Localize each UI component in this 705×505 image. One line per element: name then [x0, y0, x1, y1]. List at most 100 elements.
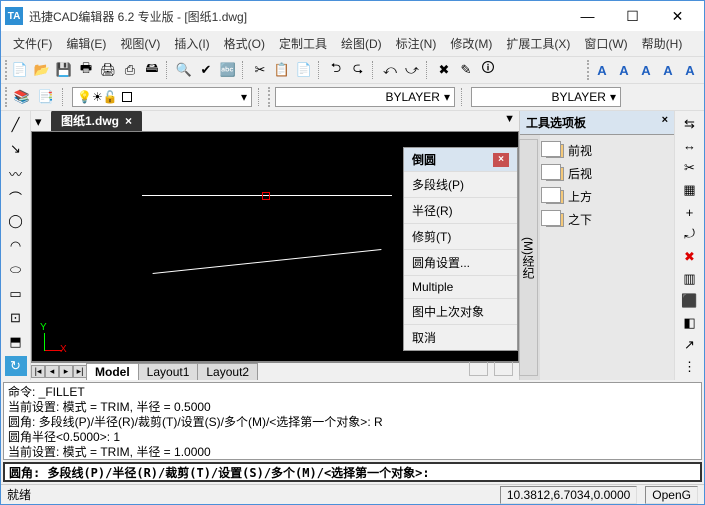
toolbar-grip[interactable]: [5, 60, 8, 80]
menu-help[interactable]: 帮助(H): [636, 33, 689, 54]
menu-draw[interactable]: 绘图(D): [335, 33, 388, 54]
file-tab[interactable]: 图纸1.dwg×: [51, 111, 142, 131]
layer-dropdown[interactable]: 💡 ☀ 🔓 ▾: [72, 87, 252, 107]
maximize-button[interactable]: ☐: [610, 2, 655, 30]
menu-modify[interactable]: 修改(M): [444, 33, 498, 54]
ctx-radius[interactable]: 半径(R): [404, 197, 517, 223]
layer-manager-icon[interactable]: 📚: [12, 87, 32, 107]
toolbar-grip-2[interactable]: [587, 60, 590, 80]
rect-tool-icon[interactable]: ▭: [5, 284, 27, 304]
menu-view[interactable]: 视图(V): [114, 33, 166, 54]
arc-tool-icon[interactable]: ⌒: [5, 187, 27, 207]
info-icon[interactable]: 🛈: [478, 60, 498, 80]
ellipse-tool-icon[interactable]: ⬭: [5, 260, 27, 280]
half-icon[interactable]: ◧: [680, 315, 700, 332]
menu-format[interactable]: 格式(O): [218, 33, 271, 54]
palette-item-bottom[interactable]: 之下: [544, 208, 670, 231]
layout-tab-model[interactable]: Model: [86, 363, 139, 381]
menu-extend-tools[interactable]: 扩展工具(X): [500, 33, 576, 54]
find-icon[interactable]: 🔍: [174, 60, 194, 80]
refresh-tool-icon[interactable]: ↻: [5, 356, 27, 376]
drawing-canvas[interactable]: Y X 倒圆 × 多段线(P) 半径(R) 修剪(T) 圆角设置... Mult…: [31, 131, 519, 362]
add-icon[interactable]: +: [680, 204, 700, 221]
text-style-a3-icon[interactable]: A: [636, 60, 656, 80]
explode-icon[interactable]: ↗: [680, 337, 700, 354]
palette-item-back[interactable]: 后视: [544, 162, 670, 185]
layout-nav-last[interactable]: ▸|: [73, 365, 87, 378]
edit-icon[interactable]: ✎: [456, 60, 476, 80]
menu-edit[interactable]: 编辑(E): [60, 33, 112, 54]
save-icon[interactable]: 💾: [54, 60, 74, 80]
tab-list-icon[interactable]: ▾: [35, 114, 42, 130]
minimize-button[interactable]: —: [565, 2, 610, 30]
array-icon[interactable]: ▦: [680, 182, 700, 199]
toolbar-grip-3[interactable]: [5, 87, 8, 107]
close-tab-icon[interactable]: ×: [125, 114, 132, 128]
redo-icon[interactable]: ⮎: [348, 60, 368, 80]
layout-nav-next[interactable]: ▸: [59, 365, 73, 378]
menu-dimension[interactable]: 标注(N): [390, 33, 443, 54]
text-icon[interactable]: 🔤: [218, 60, 238, 80]
solid-icon[interactable]: ⬛: [680, 292, 700, 309]
xline-tool-icon[interactable]: ↘: [5, 139, 27, 159]
device-icon[interactable]: 🖴: [142, 60, 162, 80]
linetype-dropdown[interactable]: BYLAYER ▾: [275, 87, 455, 107]
palette-close-icon[interactable]: ×: [662, 114, 668, 131]
paste-icon[interactable]: 📄: [294, 60, 314, 80]
ctx-multiple[interactable]: Multiple: [404, 275, 517, 298]
group-icon[interactable]: ▥: [680, 270, 700, 287]
layout-tab-layout1[interactable]: Layout1: [138, 363, 199, 381]
print-icon[interactable]: 🖶: [76, 60, 96, 80]
spell-icon[interactable]: ✔: [196, 60, 216, 80]
layout-nav-first[interactable]: |◂: [31, 365, 45, 378]
move-icon[interactable]: ⇆: [680, 115, 700, 132]
menu-window[interactable]: 窗口(W): [578, 33, 633, 54]
plot-icon[interactable]: ⎙: [120, 60, 140, 80]
copy-icon[interactable]: 📋: [272, 60, 292, 80]
hatch-tool-icon[interactable]: ⬒: [5, 332, 27, 352]
text-style-a1-icon[interactable]: A: [592, 60, 612, 80]
stretch-icon[interactable]: ↔: [680, 137, 700, 154]
text-style-a4-icon[interactable]: A: [658, 60, 678, 80]
back-icon[interactable]: ⤺: [380, 60, 400, 80]
tool-palette-header[interactable]: 工具选项板×: [520, 111, 674, 135]
palette-item-top[interactable]: 上方: [544, 185, 670, 208]
close-button[interactable]: ✕: [655, 2, 700, 30]
trim-icon[interactable]: ✂: [680, 159, 700, 176]
palette-item-front[interactable]: 前视: [544, 139, 670, 162]
command-input[interactable]: 圆角: 多段线(P)/半径(R)/裁剪(T)/设置(S)/多个(M)/<选择第一…: [3, 462, 702, 482]
ctx-trim[interactable]: 修剪(T): [404, 223, 517, 249]
forward-icon[interactable]: ⤻: [402, 60, 422, 80]
layer-states-icon[interactable]: 📑: [36, 87, 56, 107]
menu-file[interactable]: 文件(F): [7, 33, 58, 54]
ctx-cancel[interactable]: 取消: [404, 324, 517, 350]
arc2-tool-icon[interactable]: ◠: [5, 235, 27, 255]
ctx-last-object[interactable]: 图中上次对象: [404, 298, 517, 324]
palette-tab-m[interactable]: (M)经纪: [519, 139, 538, 376]
open-icon[interactable]: 📂: [32, 60, 52, 80]
erase-icon[interactable]: ✖: [680, 248, 700, 265]
layout-tab-layout2[interactable]: Layout2: [197, 363, 258, 381]
circle-tool-icon[interactable]: ◯: [5, 211, 27, 231]
command-history[interactable]: 命令: _FILLET 当前设置: 模式 = TRIM, 半径 = 0.5000…: [3, 382, 702, 460]
context-menu-close-icon[interactable]: ×: [493, 153, 509, 167]
lineweight-dropdown[interactable]: BYLAYER ▾: [471, 87, 621, 107]
menu-custom-tools[interactable]: 定制工具: [273, 33, 333, 54]
print2-icon[interactable]: 🖨: [98, 60, 118, 80]
layout-nav-prev[interactable]: ◂: [45, 365, 59, 378]
ctx-fillet-settings[interactable]: 圆角设置...: [404, 249, 517, 275]
delete-icon[interactable]: ✖: [434, 60, 454, 80]
text-style-a2-icon[interactable]: A: [614, 60, 634, 80]
block-tool-icon[interactable]: ⊡: [5, 308, 27, 328]
more-icon[interactable]: ⋮: [680, 359, 700, 376]
new-icon[interactable]: 📄: [10, 60, 30, 80]
undo-icon[interactable]: ⮌: [326, 60, 346, 80]
line-tool-icon[interactable]: ╱: [5, 115, 27, 135]
text-style-a5-icon[interactable]: A: [680, 60, 700, 80]
polyline-tool-icon[interactable]: 〰: [5, 163, 27, 183]
status-mode[interactable]: OpenG: [645, 486, 698, 504]
menu-insert[interactable]: 插入(I): [168, 33, 215, 54]
tab-dropdown-icon[interactable]: ▼: [504, 113, 515, 125]
toolbar-grip-4[interactable]: [268, 87, 271, 107]
rotate-icon[interactable]: ⤾: [680, 226, 700, 243]
